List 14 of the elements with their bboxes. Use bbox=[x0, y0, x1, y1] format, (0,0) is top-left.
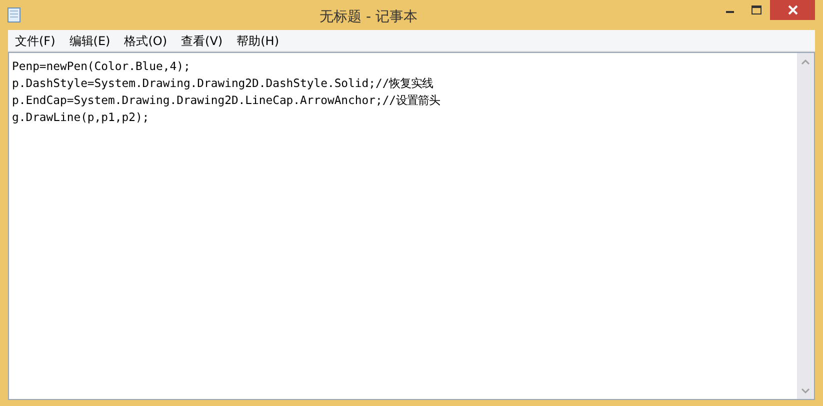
window-title: 无标题 - 记事本 bbox=[318, 8, 418, 27]
text-line: p.DashStyle=System.Drawing.Drawing2D.DashStyle.Solid;//恢复实线 bbox=[12, 75, 434, 92]
text-line: g.DrawLine(p,p1,p2); bbox=[12, 109, 150, 126]
close-button[interactable] bbox=[770, 0, 815, 20]
menu-item[interactable]: 查看(V) bbox=[174, 30, 230, 52]
menu-item[interactable]: 编辑(E) bbox=[62, 30, 118, 52]
notepad-icon bbox=[7, 7, 21, 23]
maximize-icon bbox=[751, 5, 762, 15]
menu-item[interactable]: 帮助(H) bbox=[230, 30, 286, 52]
menu-item[interactable]: 格式(O) bbox=[117, 30, 174, 52]
text-line: Penp=newPen(Color.Blue,4); bbox=[12, 58, 190, 75]
menu-item[interactable]: 文件(F) bbox=[8, 30, 62, 52]
close-icon bbox=[788, 5, 798, 15]
text-line: p.EndCap=System.Drawing.Drawing2D.LineCap.ArrowAnchor;//设置箭头 bbox=[12, 92, 440, 109]
